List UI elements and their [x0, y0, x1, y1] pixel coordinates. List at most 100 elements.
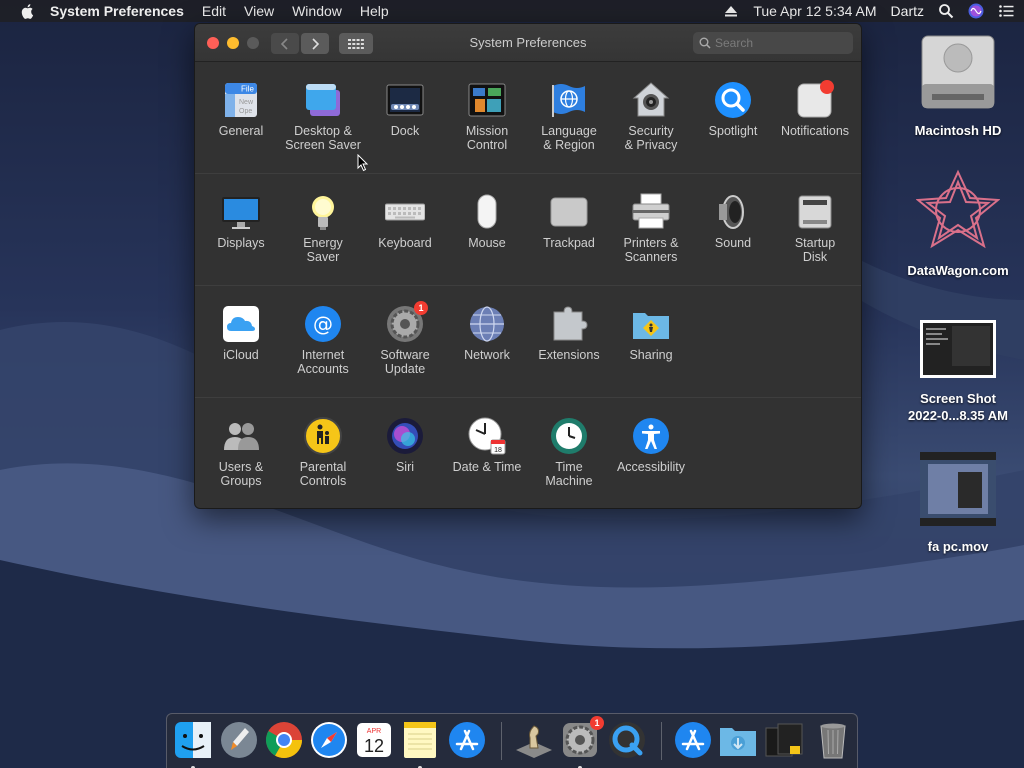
- pref-date-time[interactable]: 18 Date & Time: [446, 416, 528, 474]
- update-badge: 1: [414, 301, 428, 315]
- desktop-item-macintosh-hd[interactable]: Macintosh HD: [903, 32, 1013, 139]
- menu-edit[interactable]: Edit: [202, 3, 226, 19]
- displays-icon: [222, 197, 260, 229]
- svg-text:File: File: [241, 85, 254, 94]
- desktop-item-screenshot[interactable]: Screen Shot 2022-0...8.35 AM: [903, 318, 1013, 424]
- trash-icon: [820, 723, 846, 759]
- mouse-icon: [477, 194, 497, 229]
- dock-system-preferences[interactable]: 1: [560, 716, 604, 768]
- downloads-folder-icon: [720, 728, 756, 756]
- pref-displays[interactable]: Displays: [200, 192, 282, 250]
- dock-calendar[interactable]: APR 12: [354, 720, 394, 760]
- pref-label: Internet Accounts: [297, 348, 349, 376]
- parental-controls-icon: [304, 417, 342, 455]
- pref-internet-accounts[interactable]: @ Internet Accounts: [282, 304, 364, 376]
- menu-view[interactable]: View: [244, 3, 274, 19]
- pref-extensions[interactable]: Extensions: [528, 304, 610, 362]
- apple-menu-icon[interactable]: [20, 3, 36, 19]
- security-privacy-icon: [632, 82, 670, 117]
- preferences-row-hardware: Displays Energy Saver Keyboard Mouse Tra…: [195, 174, 861, 286]
- spotlight-search-icon[interactable]: [938, 3, 954, 19]
- pref-security-privacy[interactable]: Security & Privacy: [610, 80, 692, 152]
- pref-label: Dock: [390, 124, 420, 138]
- pref-parental-controls[interactable]: Parental Controls: [282, 416, 364, 488]
- pref-label: Desktop & Screen Saver: [285, 124, 361, 152]
- menubar-user[interactable]: Dartz: [891, 3, 924, 19]
- pref-accessibility[interactable]: Accessibility: [610, 416, 692, 474]
- time-machine-icon: [551, 418, 587, 454]
- pref-sound[interactable]: Sound: [692, 192, 774, 250]
- mouse-cursor-icon: [357, 154, 369, 172]
- pref-label: Startup Disk: [794, 236, 836, 264]
- window-titlebar[interactable]: System Preferences: [195, 24, 861, 62]
- dock-documents-stack[interactable]: [764, 720, 804, 760]
- dock-app-store[interactable]: [447, 720, 487, 760]
- energy-saver-icon: [312, 196, 334, 230]
- dock-launchpad[interactable]: [219, 720, 259, 760]
- dock-finder[interactable]: [173, 720, 213, 768]
- pref-label: Notifications: [780, 124, 850, 138]
- pref-siri[interactable]: Siri: [364, 416, 446, 474]
- siri-menu-icon[interactable]: [968, 3, 984, 19]
- pref-label: Security & Privacy: [624, 124, 678, 152]
- applications-folder-icon: [675, 722, 711, 758]
- menu-window[interactable]: Window: [292, 3, 342, 19]
- notification-center-icon[interactable]: [998, 3, 1014, 19]
- pref-spotlight[interactable]: Spotlight: [692, 80, 774, 138]
- pref-startup-disk[interactable]: Startup Disk: [774, 192, 856, 264]
- eject-icon[interactable]: [723, 3, 739, 19]
- pref-users-groups[interactable]: Users & Groups: [200, 416, 282, 488]
- pref-mouse[interactable]: Mouse: [446, 192, 528, 250]
- pref-icloud[interactable]: iCloud: [200, 304, 282, 362]
- pref-label: Language & Region: [541, 124, 597, 152]
- notes-icon: [404, 722, 436, 758]
- pref-general[interactable]: File New Ope General: [200, 80, 282, 138]
- search-input[interactable]: [715, 36, 845, 50]
- pref-energy-saver[interactable]: Energy Saver: [282, 192, 364, 264]
- pref-mission-control[interactable]: Mission Control: [446, 80, 528, 152]
- startup-disk-icon: [798, 195, 832, 229]
- dock-notes[interactable]: [400, 720, 440, 768]
- dock-applications[interactable]: [673, 720, 713, 760]
- pref-sharing[interactable]: Sharing: [610, 304, 692, 362]
- menu-help[interactable]: Help: [360, 3, 389, 19]
- dock-safari[interactable]: [309, 720, 349, 760]
- pref-trackpad[interactable]: Trackpad: [528, 192, 610, 250]
- desktop-item-fa-pc-mov[interactable]: fa pc.mov: [903, 450, 1013, 555]
- pref-label: Sharing: [629, 348, 673, 362]
- pref-label: Energy Saver: [303, 236, 343, 264]
- pref-label: Network: [464, 348, 510, 362]
- finder-icon: [175, 722, 211, 758]
- calendar-month: APR: [367, 728, 381, 735]
- desktop-item-datawagon[interactable]: DataWagon.com: [903, 168, 1013, 279]
- app-name-menu[interactable]: System Preferences: [50, 3, 184, 19]
- sharing-icon: [633, 313, 669, 339]
- pref-software-update[interactable]: 1 Software Update: [364, 301, 446, 376]
- pref-language-region[interactable]: Language & Region: [528, 80, 610, 152]
- icloud-icon: [223, 306, 259, 342]
- dock-chrome[interactable]: [264, 720, 304, 760]
- pref-label: iCloud: [223, 348, 259, 362]
- pref-desktop-screensaver[interactable]: Desktop & Screen Saver: [282, 80, 364, 152]
- preferences-row-personal: File New Ope General Desktop & Screen Save…: [195, 62, 861, 174]
- dock-quicktime[interactable]: [607, 720, 647, 760]
- dock-downloads[interactable]: [718, 720, 758, 760]
- pref-dock[interactable]: Dock: [364, 80, 446, 138]
- preferences-row-system: Users & Groups Parental Controls Siri 18…: [195, 398, 861, 508]
- menubar-clock[interactable]: Tue Apr 12 5:34 AM: [753, 3, 876, 19]
- dock-chess[interactable]: [514, 720, 554, 760]
- pref-printers-scanners[interactable]: Printers & Scanners: [610, 192, 692, 264]
- documents-stack-icon: [765, 723, 803, 757]
- pref-time-machine[interactable]: Time Machine: [528, 416, 610, 488]
- pref-label: Sound: [714, 236, 752, 250]
- search-field[interactable]: [693, 32, 853, 54]
- internet-accounts-icon: @: [305, 306, 341, 342]
- pref-label: General: [218, 124, 264, 138]
- dock-icon: [386, 84, 424, 116]
- dock-trash[interactable]: [813, 720, 853, 760]
- pref-notifications[interactable]: Notifications: [774, 80, 856, 138]
- pref-network[interactable]: Network: [446, 304, 528, 362]
- desktop-label: DataWagon.com: [907, 263, 1009, 278]
- mission-control-icon: [468, 83, 506, 117]
- pref-keyboard[interactable]: Keyboard: [364, 192, 446, 250]
